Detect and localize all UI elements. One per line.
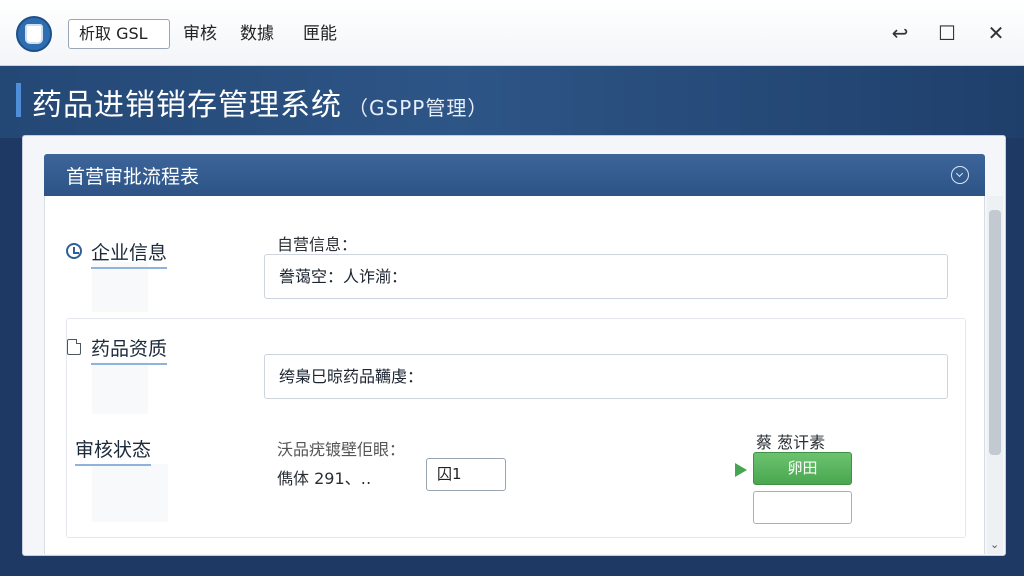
document-icon [67,339,81,355]
top-toolbar: 析取 GSL 审核 数據 匣能 ↩ ☐ ✕ [0,0,1024,66]
enterprise-info-field[interactable]: 誊蔼空：人诈湔： [264,254,948,299]
page-title-subtitle: （GSPP管理） [348,96,489,120]
section-title: 首营审批流程表 [66,166,200,188]
menu-item-data[interactable]: 数據 [240,19,274,49]
collapse-circle-icon[interactable] [951,166,969,184]
menu-item-review[interactable]: 审核 [183,19,217,49]
app-logo-icon[interactable] [16,16,52,52]
title-accent-bar [16,83,21,117]
scrollbar-thumb[interactable] [989,210,1001,455]
scroll-down-icon[interactable]: ⌄ [990,538,999,551]
placeholder-block [92,262,148,312]
close-icon[interactable]: ✕ [984,20,1008,46]
status-caption: 蔡 葱讦素 [756,433,826,452]
page-title: 药品进销销存管理系统 （GSPP管理） [32,80,488,124]
enterprise-info-label: 企业信息 [91,238,168,269]
green-arrow-icon [735,463,747,477]
approve-button[interactable]: 卵田 [753,452,852,485]
review-line-text: 儁体 291、‥ [277,469,372,488]
clock-icon [66,243,82,259]
review-small-input[interactable]: 囚1 [426,458,506,491]
menu-item-active[interactable]: 析取 GSL [68,19,170,49]
placeholder-block [92,464,168,522]
review-field-label: 沃品疣镀壁佢眼： [277,440,406,459]
drug-qualification-label: 药品资质 [91,334,168,365]
menu-item-functions[interactable]: 匣能 [303,19,337,49]
drug-qualification-field[interactable]: 绔梟巳晾药品韉虔： [264,354,948,399]
review-status-label: 审核状态 [75,435,152,466]
placeholder-block [92,362,148,414]
maximize-icon[interactable]: ☐ [935,20,959,46]
enterprise-field-label: 自营信息： [277,235,358,254]
page-title-main: 药品进销销存管理系统 [32,88,342,123]
secondary-button[interactable] [753,491,852,524]
restore-icon[interactable]: ↩ [888,20,912,46]
